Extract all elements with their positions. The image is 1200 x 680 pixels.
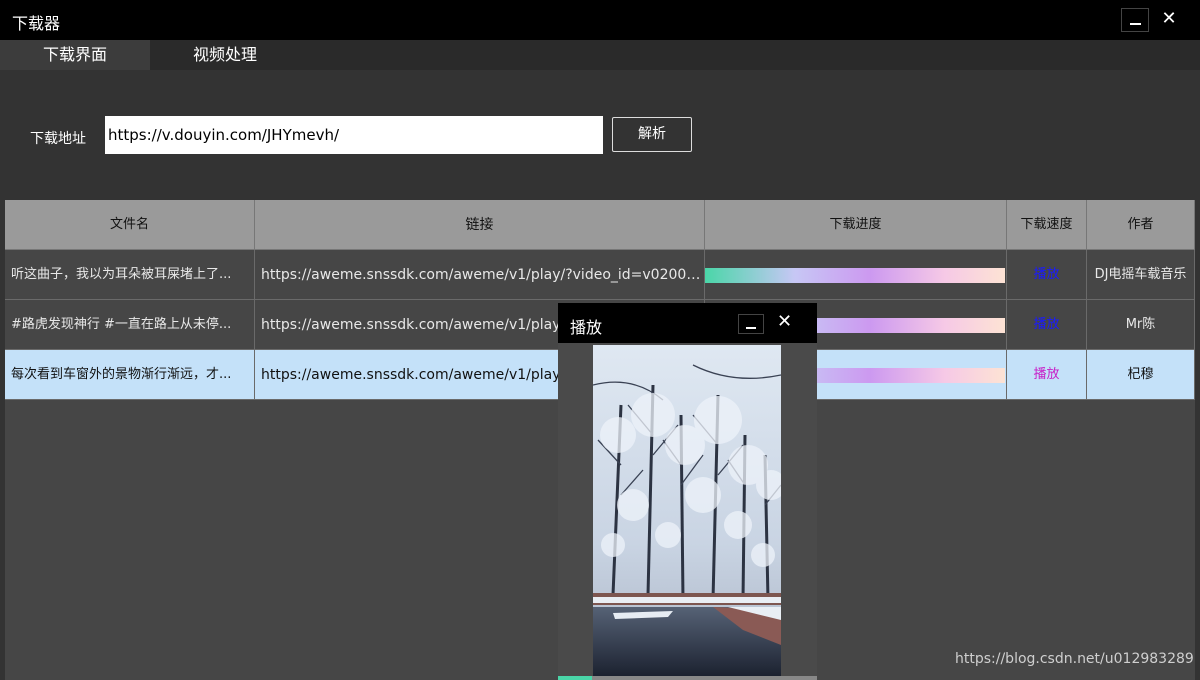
cell-author: Mr陈 <box>1087 300 1195 350</box>
tab-download[interactable]: 下载界面 <box>0 40 150 70</box>
play-link[interactable]: 播放 <box>1033 267 1059 282</box>
cell-progress <box>705 250 1007 300</box>
tab-video-processing[interactable]: 视频处理 <box>150 40 300 70</box>
player-title: 播放 <box>570 318 603 337</box>
close-icon[interactable]: ✕ <box>1155 8 1183 32</box>
cell-author: DJ电摇车载音乐 <box>1087 250 1195 300</box>
minimize-icon[interactable] <box>1121 8 1149 32</box>
watermark: https://blog.csdn.net/u012983289 <box>955 651 1194 667</box>
cell-author: 杞穆 <box>1087 350 1195 400</box>
cell-speed: 播放 <box>1007 350 1087 400</box>
title-bar: 下载器 ✕ <box>0 0 1200 40</box>
cell-filename: #路虎发现神行 #一直在路上从未停... <box>5 300 255 350</box>
table-row[interactable]: 听这曲子，我以为耳朵被耳屎堵上了... https://aweme.snssdk… <box>5 250 1195 300</box>
player-minimize-icon[interactable] <box>738 314 764 334</box>
play-link[interactable]: 播放 <box>1033 367 1059 382</box>
cell-speed: 播放 <box>1007 300 1087 350</box>
cell-speed: 播放 <box>1007 250 1087 300</box>
table-header: 文件名 链接 下载进度 下载速度 作者 <box>5 200 1195 250</box>
player-progress-fill <box>558 676 592 680</box>
header-filename[interactable]: 文件名 <box>5 200 255 250</box>
parse-button[interactable]: 解析 <box>612 117 692 152</box>
url-label: 下载地址 <box>30 131 86 147</box>
player-title-bar[interactable]: 播放 ✕ <box>558 303 817 343</box>
player-progress-bar[interactable] <box>558 676 817 680</box>
cell-filename: 听这曲子，我以为耳朵被耳屎堵上了... <box>5 250 255 300</box>
cell-filename: 每次看到车窗外的景物渐行渐远，才... <box>5 350 255 400</box>
header-author[interactable]: 作者 <box>1087 200 1195 250</box>
player-close-icon[interactable]: ✕ <box>777 311 792 332</box>
tab-bar: 下载界面 视频处理 <box>0 40 1200 70</box>
progress-bar <box>705 268 1005 283</box>
url-input[interactable] <box>105 116 603 154</box>
video-frame[interactable] <box>593 345 781 676</box>
header-progress[interactable]: 下载进度 <box>705 200 1007 250</box>
header-speed[interactable]: 下载速度 <box>1007 200 1087 250</box>
player-window: 播放 ✕ <box>558 303 817 680</box>
header-link[interactable]: 链接 <box>255 200 705 250</box>
window-title: 下载器 <box>12 14 61 33</box>
cell-link: https://aweme.snssdk.com/aweme/v1/play/?… <box>255 250 705 300</box>
play-link[interactable]: 播放 <box>1033 317 1059 332</box>
video-snow-forest-image <box>593 345 781 676</box>
